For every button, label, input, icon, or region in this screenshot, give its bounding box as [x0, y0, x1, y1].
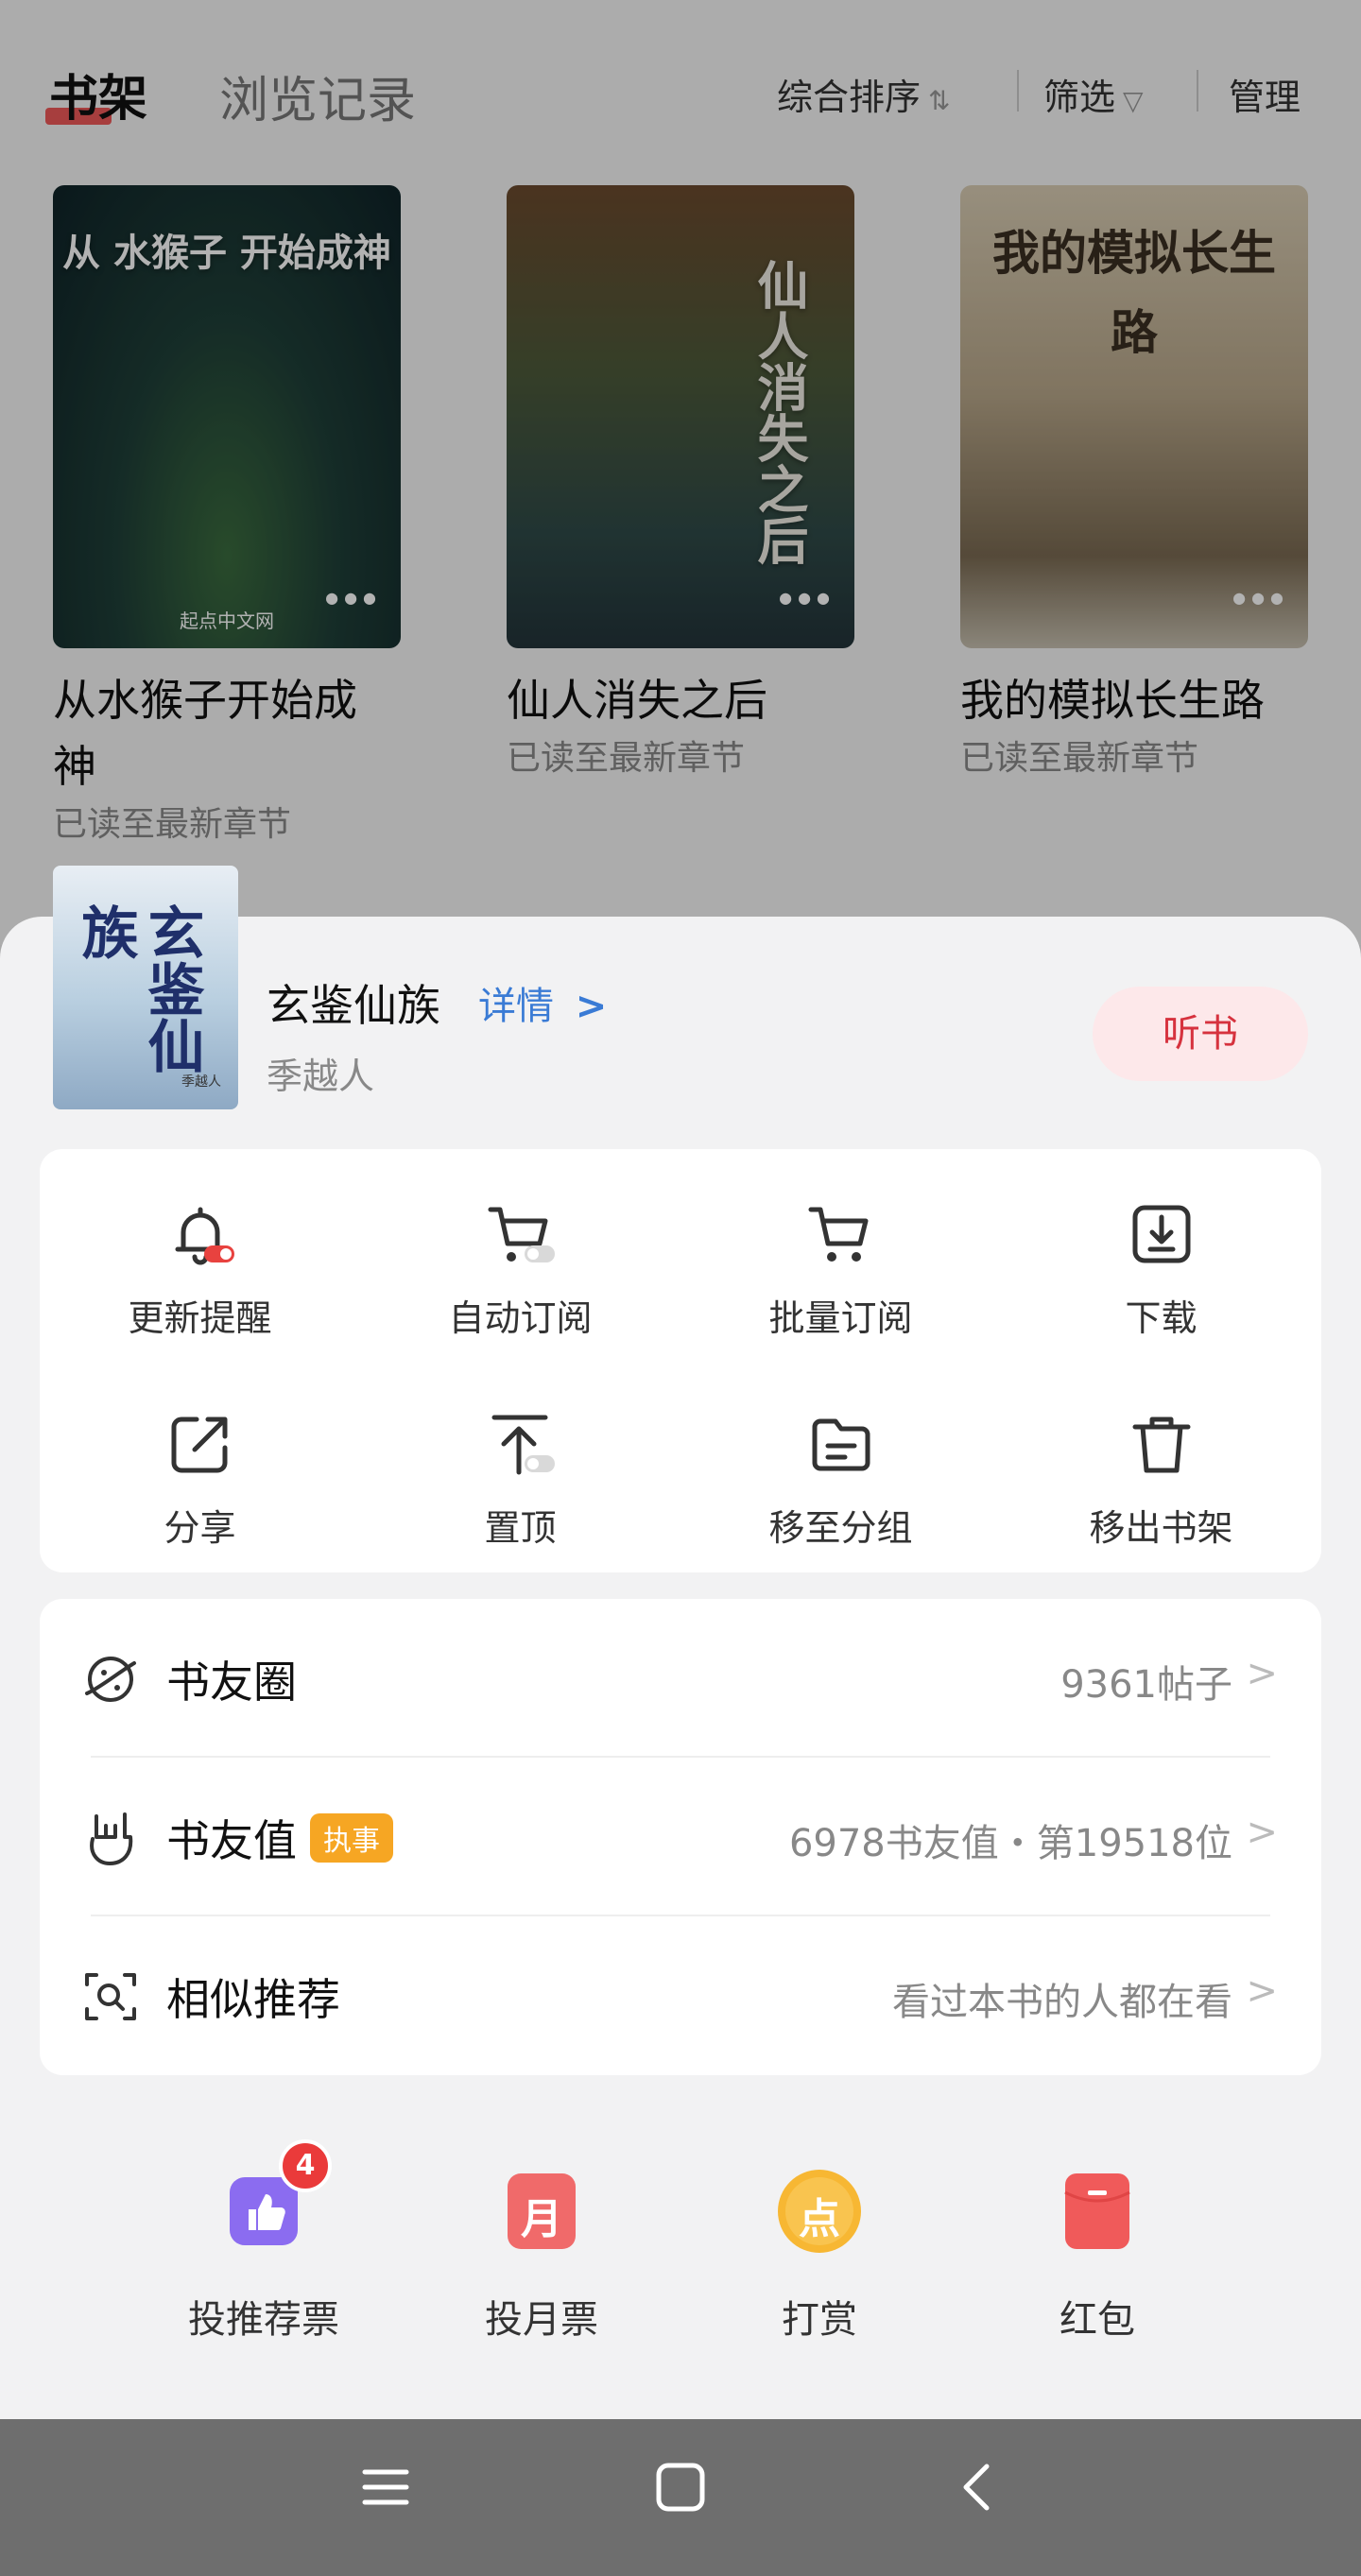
- gift-label: 打赏: [782, 2298, 857, 2342]
- gift-label: 投月票: [485, 2298, 598, 2342]
- chevron-right-icon: >: [575, 985, 608, 1028]
- row-value: 6978书友值・第19518位: [788, 1822, 1232, 1865]
- chevron-right-icon: >: [1246, 1652, 1278, 1695]
- envelope-icon: [1064, 2173, 1130, 2249]
- action-label: 批量订阅: [768, 1297, 913, 1339]
- row-label: 相似推荐: [166, 1974, 340, 2025]
- scan-search-icon: [85, 1973, 136, 2020]
- action-move-to-group[interactable]: 移至分组: [680, 1406, 1001, 1551]
- gift-recommend-ticket[interactable]: 4 投推荐票: [125, 2139, 403, 2344]
- red-packet-icon: [1050, 2164, 1145, 2258]
- sheet-book-title: 玄鉴仙族: [267, 980, 440, 1031]
- action-batch-subscribe[interactable]: 批量订阅: [680, 1196, 1001, 1341]
- action-pin-top[interactable]: 置顶: [360, 1406, 680, 1551]
- row-label-text: 书友值: [166, 1815, 297, 1866]
- detail-label: 详情: [478, 985, 554, 1028]
- folder-icon: [812, 1418, 870, 1471]
- row-fan-value[interactable]: 书友值 执事 6978书友值・第19518位 >: [40, 1758, 1321, 1916]
- menu-icon[interactable]: [359, 2461, 412, 2514]
- sheet-book-cover[interactable]: 玄鉴仙族 季越人: [53, 866, 238, 1109]
- action-label: 移至分组: [768, 1507, 913, 1549]
- trash-icon: [1132, 1417, 1190, 1473]
- pin-top-icon: [491, 1415, 555, 1475]
- gift-label: 投推荐票: [188, 2298, 339, 2342]
- action-remove-from-shelf[interactable]: 移出书架: [1001, 1406, 1321, 1551]
- thumbs-up-ticket-icon: 4: [216, 2139, 332, 2258]
- download-icon: [1132, 1205, 1190, 1263]
- row-similar-recommend[interactable]: 相似推荐 看过本书的人都在看 >: [40, 1916, 1321, 2075]
- action-download[interactable]: 下载: [1001, 1196, 1321, 1341]
- row-book-circle[interactable]: 书友圈 9361帖子 >: [40, 1599, 1321, 1758]
- notification-badge: 4: [279, 2139, 332, 2192]
- action-label: 分享: [164, 1507, 236, 1549]
- month-ticket-icon: 月: [494, 2164, 589, 2258]
- bell-icon: [175, 1207, 234, 1265]
- action-label: 下载: [1125, 1297, 1197, 1339]
- ticket-glyph: 月: [521, 2195, 562, 2243]
- sheet-cover-author: 季越人: [181, 1074, 221, 1090]
- row-value: 9361帖子: [1060, 1663, 1232, 1707]
- gift-label: 红包: [1060, 2298, 1135, 2342]
- action-update-reminder[interactable]: 更新提醒: [40, 1196, 360, 1341]
- chevron-right-icon: >: [1246, 1969, 1278, 2013]
- detail-link[interactable]: 详情 >: [478, 975, 607, 1030]
- share-icon: [171, 1417, 227, 1473]
- home-icon[interactable]: [654, 2461, 707, 2514]
- action-label: 移出书架: [1089, 1507, 1233, 1549]
- gift-month-ticket[interactable]: 月 投月票: [403, 2164, 680, 2344]
- back-icon[interactable]: [951, 2461, 1004, 2514]
- action-auto-subscribe[interactable]: 自动订阅: [360, 1196, 680, 1341]
- action-label: 更新提醒: [128, 1297, 272, 1339]
- rank-badge: 执事: [310, 1813, 393, 1863]
- action-grid: 更新提醒 自动订阅 批量订阅 下载 分享 置顶 移至分组 移出书架: [40, 1149, 1321, 1572]
- chevron-right-icon: >: [1246, 1811, 1278, 1854]
- planet-icon: [85, 1657, 136, 1702]
- cart-toggle-icon: [488, 1207, 555, 1262]
- gift-reward[interactable]: 点 打赏: [680, 2164, 958, 2344]
- rock-hand-icon: [90, 1812, 133, 1865]
- action-label: 置顶: [484, 1507, 557, 1549]
- system-nav-bar: [0, 2419, 1361, 2576]
- listen-button[interactable]: 听书: [1093, 987, 1308, 1081]
- row-value: 看过本书的人都在看: [892, 1981, 1232, 2024]
- cart-icon: [808, 1207, 868, 1262]
- community-links: 书友圈 9361帖子 > 书友值 执事 6978书友值・第19518位 > 相似推…: [40, 1599, 1321, 2075]
- reward-coin-icon: 点: [772, 2164, 867, 2258]
- sheet-book-author: 季越人: [267, 1056, 375, 1097]
- gift-red-packet[interactable]: 红包: [958, 2164, 1236, 2344]
- row-label: 书友圈: [166, 1657, 297, 1708]
- coin-glyph: 点: [799, 2195, 840, 2243]
- row-label: 书友值 执事: [166, 1807, 393, 1869]
- action-label: 自动订阅: [448, 1297, 593, 1339]
- action-share[interactable]: 分享: [40, 1406, 360, 1551]
